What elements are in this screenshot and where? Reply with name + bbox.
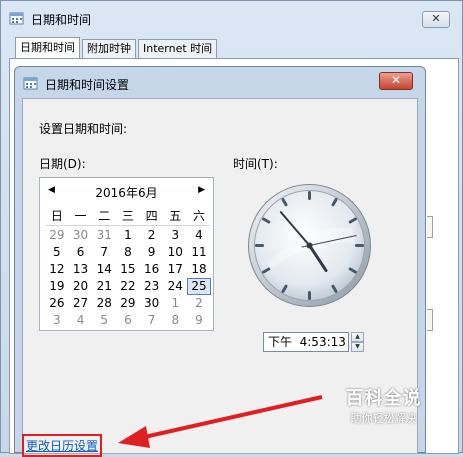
calendar-day[interactable]: 24	[163, 278, 187, 295]
window-title-bar: 日期和时间 ✕	[1, 1, 462, 35]
watermark-sub-text: 助你轻松解决	[350, 412, 417, 425]
calendar-day[interactable]: 19	[45, 278, 69, 295]
calendar-day[interactable]: 3	[163, 227, 187, 244]
calendar-day[interactable]: 27	[69, 295, 93, 312]
time-input[interactable]: 下午 4:53:13	[263, 332, 349, 352]
calendar-day[interactable]: 6	[69, 244, 93, 261]
time-spin-up-button[interactable]: ▲	[351, 332, 364, 342]
calendar-day-other-month[interactable]: 9	[187, 312, 211, 329]
calendar-day[interactable]: 10	[163, 244, 187, 261]
calendar-week-row: 3456789	[45, 312, 211, 329]
calendar-day[interactable]: 18	[187, 261, 211, 278]
calendar-day-other-month[interactable]: 1	[163, 295, 187, 312]
calendar-day[interactable]: 16	[140, 261, 164, 278]
calendar-week-row: 26 27 28 29 30 1 2	[45, 295, 211, 312]
date-label: 日期(D):	[39, 157, 86, 171]
calendar-day[interactable]: 26	[45, 295, 69, 312]
calendar-day[interactable]: 4	[187, 227, 211, 244]
calendar-clock-icon	[9, 12, 24, 25]
calendar-day[interactable]: 29	[116, 295, 140, 312]
calendar-day[interactable]: 13	[69, 261, 93, 278]
calendar-day[interactable]: 20	[69, 278, 93, 295]
next-month-button[interactable]: ▶	[198, 185, 205, 195]
calendar-day-other-month[interactable]: 4	[69, 312, 93, 329]
calendar-day-other-month[interactable]: 7	[140, 312, 164, 329]
calendar-day[interactable]: 12	[45, 261, 69, 278]
time-label: 时间(T):	[233, 157, 278, 171]
calendar-day[interactable]: 28	[92, 295, 116, 312]
calendar-day[interactable]: 21	[92, 278, 116, 295]
time-spin-down-button[interactable]: ▼	[351, 342, 364, 352]
partial-button-edge	[427, 309, 433, 331]
calendar-divider	[46, 225, 210, 226]
settings-heading: 设置日期和时间:	[39, 122, 128, 136]
calendar-day[interactable]: 23	[140, 278, 164, 295]
weekday-label: 一	[74, 209, 87, 223]
calendar-clock-icon	[23, 77, 38, 90]
weekday-label: 五	[169, 209, 182, 223]
dialog-title-bar: 日期和时间设置 ✕	[15, 67, 425, 97]
calendar-day-other-month[interactable]: 29	[45, 227, 69, 244]
weekday-header: 日一二三四五六	[45, 208, 211, 225]
calendar-grid: 日一二三四五六 29 30 31 1 2 3 4 5 6 7 8 9 10 11 12 13 14 15 16 17 18…	[45, 208, 211, 329]
calendar-day-other-month[interactable]: 3	[45, 312, 69, 329]
time-spinner: ▲ ▼	[351, 332, 364, 352]
calendar-day[interactable]: 15	[116, 261, 140, 278]
dialog-title: 日期和时间设置	[45, 78, 130, 92]
calendar-day[interactable]: 7	[92, 244, 116, 261]
calendar-day-other-month[interactable]: 6	[116, 312, 140, 329]
calendar-week-row: 19 20 21 22 23 24 25	[45, 278, 211, 295]
calendar-day[interactable]: 17	[163, 261, 187, 278]
weekday-label: 三	[121, 209, 134, 223]
calendar-day-other-month[interactable]: 8	[163, 312, 187, 329]
calendar-day[interactable]: 8	[116, 244, 140, 261]
window-close-button[interactable]: ✕	[422, 11, 450, 28]
tab-date-time[interactable]: 日期和时间	[15, 37, 80, 59]
calendar-day[interactable]: 14	[92, 261, 116, 278]
calendar-day-other-month[interactable]: 5	[92, 312, 116, 329]
calendar-day-other-month[interactable]: 2	[187, 295, 211, 312]
tab-bar: 日期和时间 附加时钟 Internet 时间	[15, 37, 219, 59]
weekday-label: 六	[192, 209, 205, 223]
tab-internet-time[interactable]: Internet 时间	[138, 39, 218, 59]
weekday-label: 日	[50, 209, 63, 223]
calendar-week-row: 12 13 14 15 16 17 18	[45, 261, 211, 278]
change-calendar-settings-link[interactable]: 更改日历设置	[22, 434, 103, 457]
window-title: 日期和时间	[31, 13, 92, 27]
calendar-day[interactable]: 11	[187, 244, 211, 261]
calendar-month-title[interactable]: 2016年6月	[40, 184, 213, 201]
analog-clock	[248, 184, 371, 307]
calendar-day-other-month[interactable]: 31	[92, 227, 116, 244]
tab-additional-clocks[interactable]: 附加时钟	[82, 39, 136, 59]
partial-button-edge	[427, 216, 433, 238]
calendar-day[interactable]: 30	[140, 295, 164, 312]
calendar-week-row: 5 6 7 8 9 10 11	[45, 244, 211, 261]
calendar-day[interactable]: 9	[140, 244, 164, 261]
watermark-logo: 百科全说 助你轻松解决	[336, 384, 431, 426]
calendar-day[interactable]: 5	[45, 244, 69, 261]
weekday-label: 四	[145, 209, 158, 223]
calendar-day[interactable]: 1	[116, 227, 140, 244]
calendar-day-other-month[interactable]: 30	[69, 227, 93, 244]
calendar-week-row: 29 30 31 1 2 3 4	[45, 227, 211, 244]
weekday-label: 二	[98, 209, 111, 223]
calendar-day[interactable]: 22	[116, 278, 140, 295]
calendar-day-selected[interactable]: 25	[187, 278, 211, 295]
dialog-close-button[interactable]: ✕	[379, 72, 413, 90]
month-calendar[interactable]: ◀ 2016年6月 ▶ 日一二三四五六 29 30 31 1 2 3 4 5 6 7 8 9 10 11 12…	[39, 177, 214, 331]
clock-center-pin	[306, 242, 313, 249]
calendar-day[interactable]: 2	[140, 227, 164, 244]
watermark-main-text: 百科全说	[345, 388, 422, 409]
